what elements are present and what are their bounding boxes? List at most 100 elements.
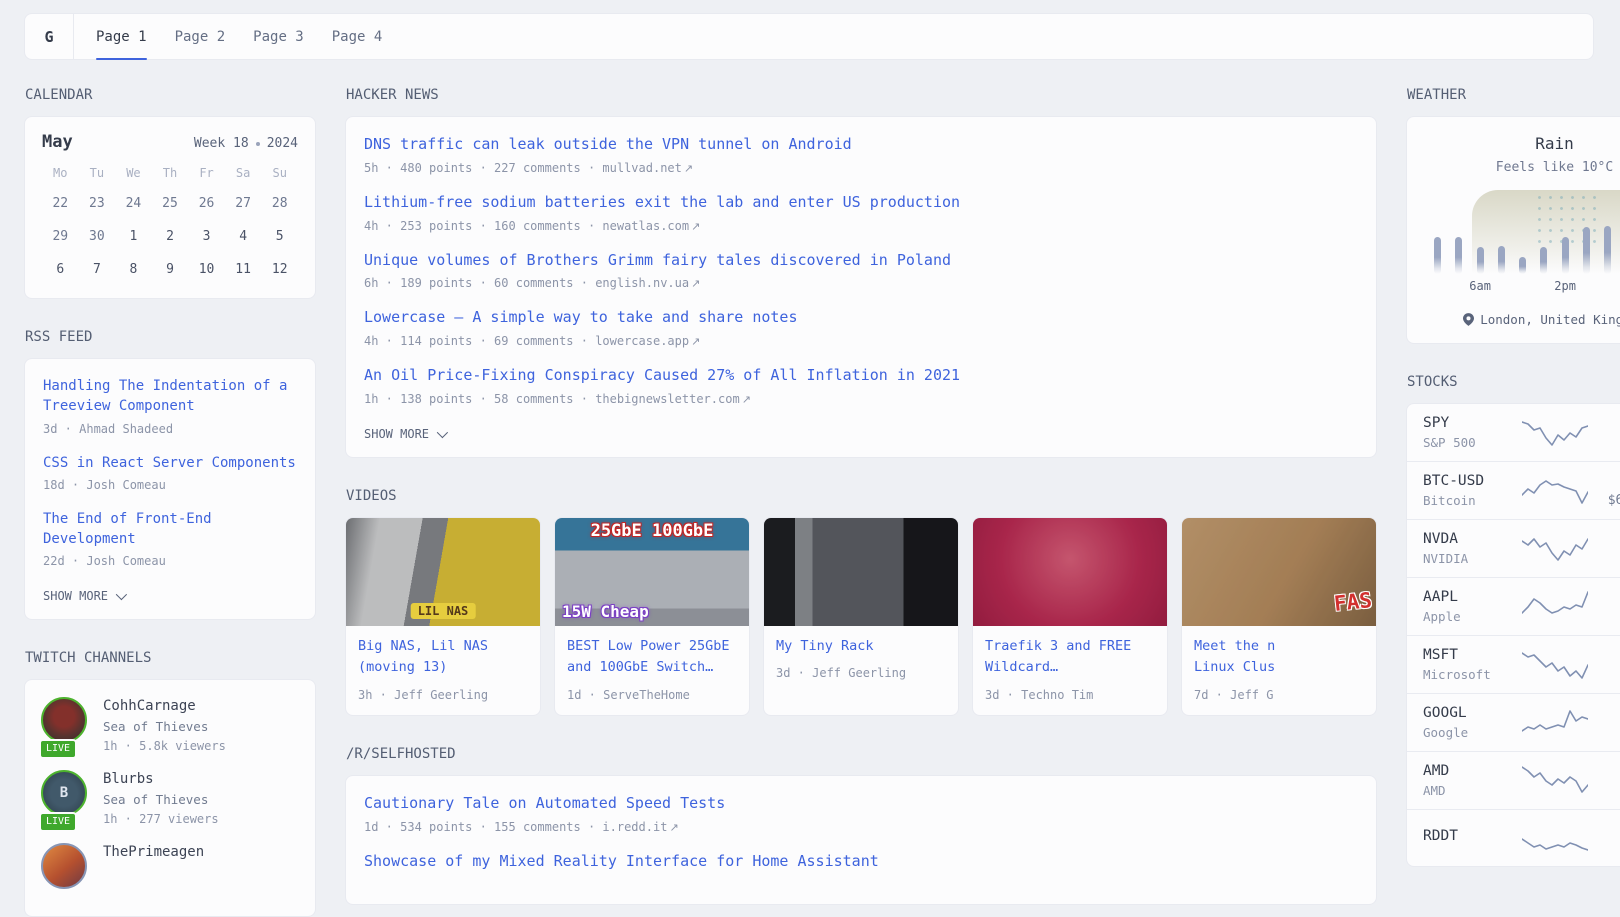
video-title-link[interactable]: Meet the n Linux Clus [1182,626,1376,679]
rss-item-link[interactable]: Handling The Indentation of a Treeview C… [43,376,297,417]
calendar-day: 8 [117,255,150,284]
weather-widget: Rain Feels like 10°C [1406,116,1620,344]
stock-change-percent: +6.63% [1588,589,1620,605]
video-card[interactable]: Traefik 3 and FREE Wildcard… 3d · Techno… [972,517,1168,716]
stock-symbol: RDDT [1423,828,1522,844]
hackernews-item-link[interactable]: Lithium-free sodium batteries exit the l… [364,192,1358,214]
weather-section: WEATHER Rain Feels like 10°C [1406,87,1620,344]
twitch-channel-row[interactable]: B LIVE Blurbs Sea of Thieves 1h · 277 vi… [41,770,299,826]
calendar-section-title: CALENDAR [25,87,316,103]
video-title-link[interactable]: Big NAS, Lil NAS (moving 13) [346,626,540,679]
calendar-day: 5 [263,222,296,251]
rss-item-link[interactable]: CSS in React Server Components [43,453,297,473]
stock-row[interactable]: MSFT Microsoft +2.24% $406.76 [1407,635,1620,693]
stock-price: $406.76 [1588,667,1620,682]
columns: CALENDAR May Week 18 2024 MoTuWeThFrSaSu [24,87,1594,917]
reddit-section-title: /R/SELFHOSTED [346,746,1377,762]
right-column: WEATHER Rain Feels like 10°C [1406,87,1620,867]
channel-name[interactable]: Blurbs [103,771,219,787]
twitch-section: TWITCH CHANNELS LIVE CohhCarnage [24,650,316,917]
hackernews-show-more-button[interactable]: SHOW MORE [364,427,445,441]
video-thumbnail[interactable] [764,518,958,626]
hackernews-item: Lithium-free sodium batteries exit the l… [364,192,1358,233]
stocks-widget: SPY S&P 500 +1.32% $511.69 [1406,403,1620,867]
video-thumbnail[interactable]: FAS [1182,518,1376,626]
stock-price: $150.50 [1588,783,1620,798]
calendar-week: Week 18 2024 [194,136,298,151]
hackernews-item-link[interactable]: DNS traffic can leak outside the VPN tun… [364,134,1358,156]
page-tab[interactable]: Page 2 [161,14,240,59]
calendar-day: 23 [81,189,114,218]
stock-row[interactable]: AMD AMD +2.97% $150.50 [1407,751,1620,809]
hackernews-item: Unique volumes of Brothers Grimm fairy t… [364,250,1358,291]
stock-row[interactable]: RDDT -1.59% [1407,809,1620,866]
reddit-item-link[interactable]: Showcase of my Mixed Reality Interface f… [364,851,1358,873]
middle-column: HACKER NEWS DNS traffic can leak outside… [345,87,1377,905]
channel-game: Sea of Thieves [103,719,226,734]
calendar-day: 9 [154,255,187,284]
thumbnail-text-bottom: FAS [1333,588,1373,616]
video-title-link[interactable]: BEST Low Power 25GbE and 100GbE Switch… [555,626,749,679]
calendar-day: 6 [44,255,77,284]
stock-price: $184.51 [1588,609,1620,624]
video-card[interactable]: 25GbE 100GbE 15W Cheap BEST Low Power 25… [554,517,750,716]
stock-sparkline [1522,764,1588,798]
page-tabs: Page 1 Page 2 Page 3 Page 4 [74,14,396,59]
stock-company: NVIDIA [1423,551,1522,566]
external-link-icon: ↗ [669,821,678,834]
video-meta: 7d · Jeff G [1182,679,1376,715]
video-thumbnail[interactable]: LIL NAS [346,518,540,626]
live-badge: LIVE [39,739,77,759]
video-thumbnail[interactable] [973,518,1167,626]
stock-row[interactable]: GOOGL Google +0.25% $167.03 [1407,693,1620,751]
video-title-link[interactable]: Traefik 3 and FREE Wildcard… [973,626,1167,679]
calendar-day: 29 [44,222,77,251]
stock-sparkline [1522,648,1588,682]
stock-row[interactable]: AAPL Apple +6.63% $184.51 [1407,577,1620,635]
video-card[interactable]: My Tiny Rack 3d · Jeff Geerling [763,517,959,716]
channel-name[interactable]: CohhCarnage [103,698,226,714]
hour-label: 2pm [1554,279,1576,293]
calendar-day: 11 [227,255,260,284]
stock-company: AMD [1423,783,1522,798]
video-title-link[interactable]: My Tiny Rack [764,626,958,658]
stock-row[interactable]: NVDA NVIDIA +3.49% $888.12 [1407,519,1620,577]
weekday-label: Tu [79,166,116,188]
rss-item-link[interactable]: The End of Front-End Development [43,509,297,550]
calendar-day: 1 [117,222,150,251]
stock-row[interactable]: SPY S&P 500 +1.32% $511.69 [1407,404,1620,461]
reddit-item-link[interactable]: Cautionary Tale on Automated Speed Tests [364,793,1358,815]
channel-name[interactable]: ThePrimeagen [103,844,204,860]
rss-show-more-button[interactable]: SHOW MORE [43,589,124,603]
calendar-day: 28 [263,189,296,218]
stock-change-percent: +0.25% [1588,705,1620,721]
twitch-channel-row[interactable]: ThePrimeagen [41,843,299,889]
reddit-item: Showcase of my Mixed Reality Interface f… [364,851,1358,873]
hackernews-item-meta: 4h · 253 points · 160 comments · newatla… [364,219,1358,233]
video-thumbnail[interactable]: 25GbE 100GbE 15W Cheap [555,518,749,626]
stock-change-percent: -1.59% [1588,828,1620,844]
stock-change-percent: +2.24% [1588,647,1620,663]
weather-condition: Rain [1421,134,1620,153]
page-tab[interactable]: Page 1 [82,14,161,59]
hackernews-item-link[interactable]: Unique volumes of Brothers Grimm fairy t… [364,250,1358,272]
videos-widget: LIL NAS Big NAS, Lil NAS (moving 13) 3h … [345,517,1377,716]
stock-row[interactable]: BTC-USD Bitcoin +4.56% $61,820.02 [1407,461,1620,519]
hackernews-item-link[interactable]: Lowercase – A simple way to take and sha… [364,307,1358,329]
stock-symbol: NVDA [1423,531,1522,547]
calendar-day-grid: 22 23 24 25 26 27 28 [42,188,298,285]
calendar-widget: May Week 18 2024 MoTuWeThFrSaSu 22 [24,116,316,299]
external-link-icon: ↗ [691,220,700,233]
twitch-channel-row[interactable]: LIVE CohhCarnage Sea of Thieves 1h · 5.8… [41,697,299,753]
video-card[interactable]: FAS Meet the n Linux Clus 7d · Jeff G [1181,517,1377,716]
channel-avatar [41,697,87,743]
page-tab[interactable]: Page 4 [318,14,397,59]
page-tab[interactable]: Page 3 [239,14,318,59]
stock-symbol: AMD [1423,763,1522,779]
temperature-bar [1434,237,1441,274]
video-card[interactable]: LIL NAS Big NAS, Lil NAS (moving 13) 3h … [345,517,541,716]
hackernews-item-link[interactable]: An Oil Price-Fixing Conspiracy Caused 27… [364,365,1358,387]
rss-item-meta: 22d · Josh Comeau [43,554,297,568]
app-logo[interactable]: G [25,14,74,59]
stock-change-percent: +2.97% [1588,763,1620,779]
